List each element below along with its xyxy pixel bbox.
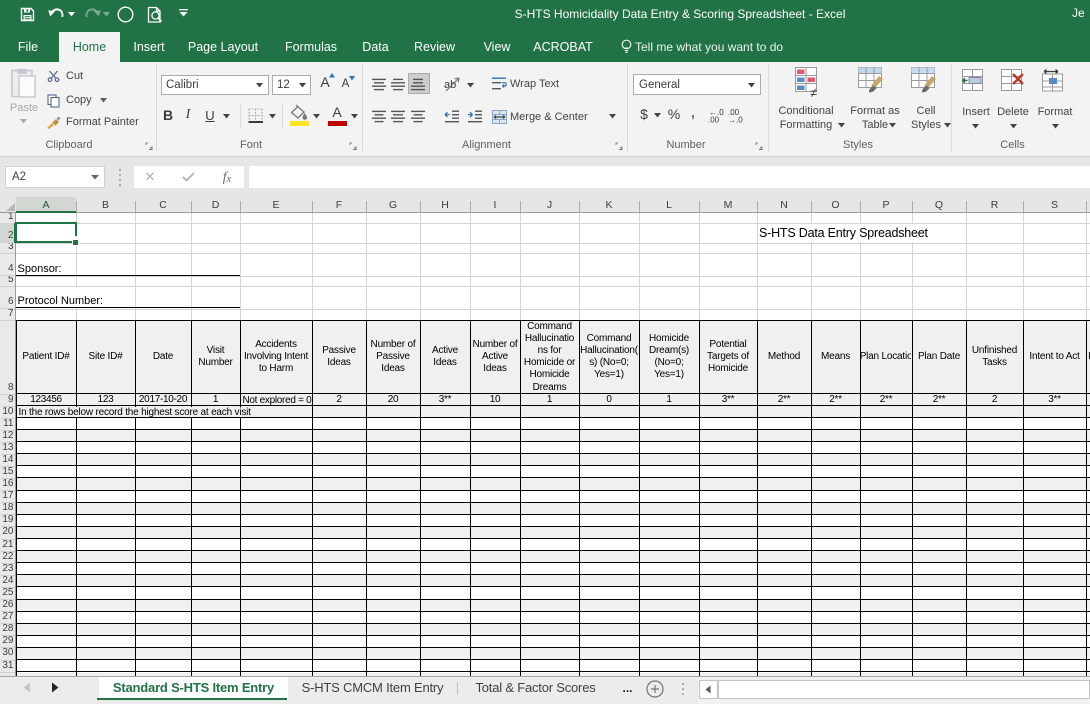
svg-text:≠: ≠ <box>810 85 817 100</box>
svg-text:→.0: →.0 <box>728 116 743 125</box>
svg-text:.00: .00 <box>708 116 720 125</box>
svg-text:ab: ab <box>444 79 456 91</box>
